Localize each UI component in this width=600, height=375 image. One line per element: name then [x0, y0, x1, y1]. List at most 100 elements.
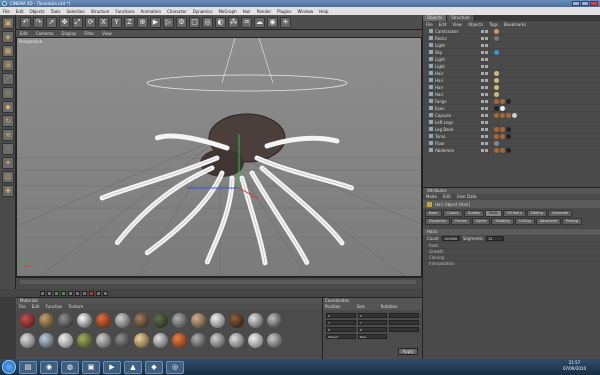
tab-editing[interactable]: Editing	[526, 210, 547, 217]
deformer-icon[interactable]: ♒	[241, 16, 252, 28]
object-row[interactable]: Fangs	[423, 98, 600, 105]
menu-mograph[interactable]: MoGraph	[215, 9, 239, 14]
play-button[interactable]	[61, 290, 66, 296]
material-swatch[interactable]	[96, 332, 111, 348]
minimize-button[interactable]	[572, 1, 580, 6]
object-row[interactable]: Hair	[423, 77, 600, 84]
previous-frame-button[interactable]	[54, 290, 59, 296]
object-row[interactable]: Abdomen	[423, 147, 600, 154]
object-row[interactable]: Torso	[423, 133, 600, 140]
mat-menu-file[interactable]: File	[16, 304, 29, 310]
object-row[interactable]: Camtracker	[423, 28, 600, 35]
texture-tool-icon[interactable]: ▦	[2, 45, 14, 57]
tab-hairs[interactable]: Hairs	[484, 210, 502, 217]
x-axis-icon[interactable]: X	[98, 16, 109, 28]
material-swatch[interactable]	[58, 332, 73, 348]
previous-key-button[interactable]	[47, 290, 52, 296]
object-row[interactable]: Floor	[423, 140, 600, 147]
material-swatch[interactable]	[77, 312, 92, 328]
polygons-tool-icon[interactable]: ◆	[2, 101, 14, 113]
explorer-taskbar-icon[interactable]: ▤	[19, 360, 37, 374]
firefox-taskbar-icon[interactable]: ◉	[40, 360, 58, 374]
attr-menu-mode[interactable]: Mode	[423, 194, 440, 200]
material-swatch[interactable]	[58, 312, 73, 328]
tab-forces[interactable]: Forces	[451, 218, 471, 225]
tab-coord[interactable]: Coord.	[443, 210, 463, 217]
chrome-taskbar-icon[interactable]: ◍	[61, 360, 79, 374]
material-swatch[interactable]	[115, 312, 130, 328]
mat-menu-texture[interactable]: Texture	[65, 304, 86, 310]
tab-advanced[interactable]: Advanced	[535, 218, 561, 225]
tab-shading[interactable]: Shading	[491, 218, 514, 225]
vp-menu-edit[interactable]: Edit	[16, 31, 32, 36]
system-clock[interactable]: 21:57 07/09/2010	[563, 360, 586, 372]
maximize-button[interactable]	[581, 1, 589, 6]
object-row[interactable]: Left Legs	[423, 119, 600, 126]
vp-menu-view[interactable]: View	[98, 31, 116, 36]
hair-points-icon[interactable]: ⁘	[2, 143, 14, 155]
rotation-h-field[interactable]	[389, 313, 419, 318]
undo-icon[interactable]: ↶	[20, 16, 31, 28]
media-taskbar-icon[interactable]: ▶	[103, 360, 121, 374]
position-y-field[interactable]: Y	[326, 320, 356, 325]
object-row[interactable]: Hair	[423, 91, 600, 98]
menu-dynamics[interactable]: Dynamics	[190, 9, 216, 14]
segments-field[interactable]: 12	[485, 236, 504, 241]
photoshop-taskbar-icon[interactable]: ▣	[82, 360, 100, 374]
material-swatch[interactable]	[20, 312, 35, 328]
redo-icon[interactable]: ↷	[33, 16, 44, 28]
cube-icon[interactable]: ▢	[189, 16, 200, 28]
menu-window[interactable]: Window	[294, 9, 316, 14]
autokey-button[interactable]	[96, 290, 101, 296]
next-frame-button[interactable]	[68, 290, 73, 296]
z-axis-icon[interactable]: Z	[124, 16, 135, 28]
size-z-field[interactable]: Z	[357, 327, 388, 332]
material-swatch[interactable]	[39, 332, 54, 348]
nurbs-icon[interactable]: ◐	[215, 16, 226, 28]
material-swatch[interactable]	[267, 332, 282, 348]
coordinate-system-icon[interactable]: ⊕	[137, 16, 148, 28]
material-swatch[interactable]	[229, 332, 244, 348]
menu-functions[interactable]: Functions	[112, 9, 137, 14]
om-menu-objects[interactable]: Objects	[465, 22, 486, 27]
menu-render[interactable]: Render	[254, 9, 274, 14]
menu-selection[interactable]: Selection	[63, 9, 87, 14]
material-swatch[interactable]	[210, 312, 225, 328]
material-swatch[interactable]	[191, 312, 206, 328]
light-icon[interactable]: ☀	[280, 16, 291, 28]
count-field[interactable]: 100000	[441, 236, 460, 241]
array-icon[interactable]: ⁂	[228, 16, 239, 28]
menu-file[interactable]: File	[0, 9, 13, 14]
material-swatch[interactable]	[248, 332, 263, 348]
attr-menu-edit[interactable]: Edit	[440, 194, 454, 200]
subdivision-icon[interactable]: ◎	[202, 16, 213, 28]
size-y-field[interactable]: Y	[357, 320, 388, 325]
vlc-taskbar-icon[interactable]: ▲	[124, 360, 142, 374]
rotate-icon[interactable]: ⟳	[85, 16, 96, 28]
object-row[interactable]: Hair	[423, 84, 600, 91]
go-to-start-button[interactable]	[40, 290, 45, 296]
object-row[interactable]: Eyes	[423, 105, 600, 112]
om-menu-tags[interactable]: Tags	[486, 22, 501, 27]
material-swatch[interactable]	[39, 312, 54, 328]
om-menu-edit[interactable]: Edit	[436, 22, 450, 27]
mat-menu-edit[interactable]: Edit	[29, 304, 43, 310]
material-swatch[interactable]	[96, 312, 111, 328]
menu-help[interactable]: Help	[316, 9, 331, 14]
tab-pricing[interactable]: Pricing	[562, 218, 582, 225]
object-row[interactable]: Capsule	[423, 112, 600, 119]
render-view-icon[interactable]: ▶	[150, 16, 161, 28]
perspective-viewport[interactable]: Perspective	[16, 37, 422, 277]
tab-generate[interactable]: Generate	[547, 210, 573, 217]
coord-mode-dropdown[interactable]: Object	[326, 334, 356, 339]
menu-character[interactable]: Character	[164, 9, 190, 14]
rotation-b-field[interactable]	[389, 327, 419, 332]
size-x-field[interactable]: X	[357, 313, 388, 318]
object-row[interactable]: Leg Base	[423, 126, 600, 133]
om-menu-view[interactable]: View	[449, 22, 465, 27]
vp-menu-display[interactable]: Display	[58, 31, 81, 36]
menu-plugins[interactable]: Plugins	[274, 9, 294, 14]
material-swatch[interactable]	[134, 312, 149, 328]
material-swatch[interactable]	[20, 332, 35, 348]
om-menu-bookmarks[interactable]: Bookmarks	[501, 22, 529, 27]
